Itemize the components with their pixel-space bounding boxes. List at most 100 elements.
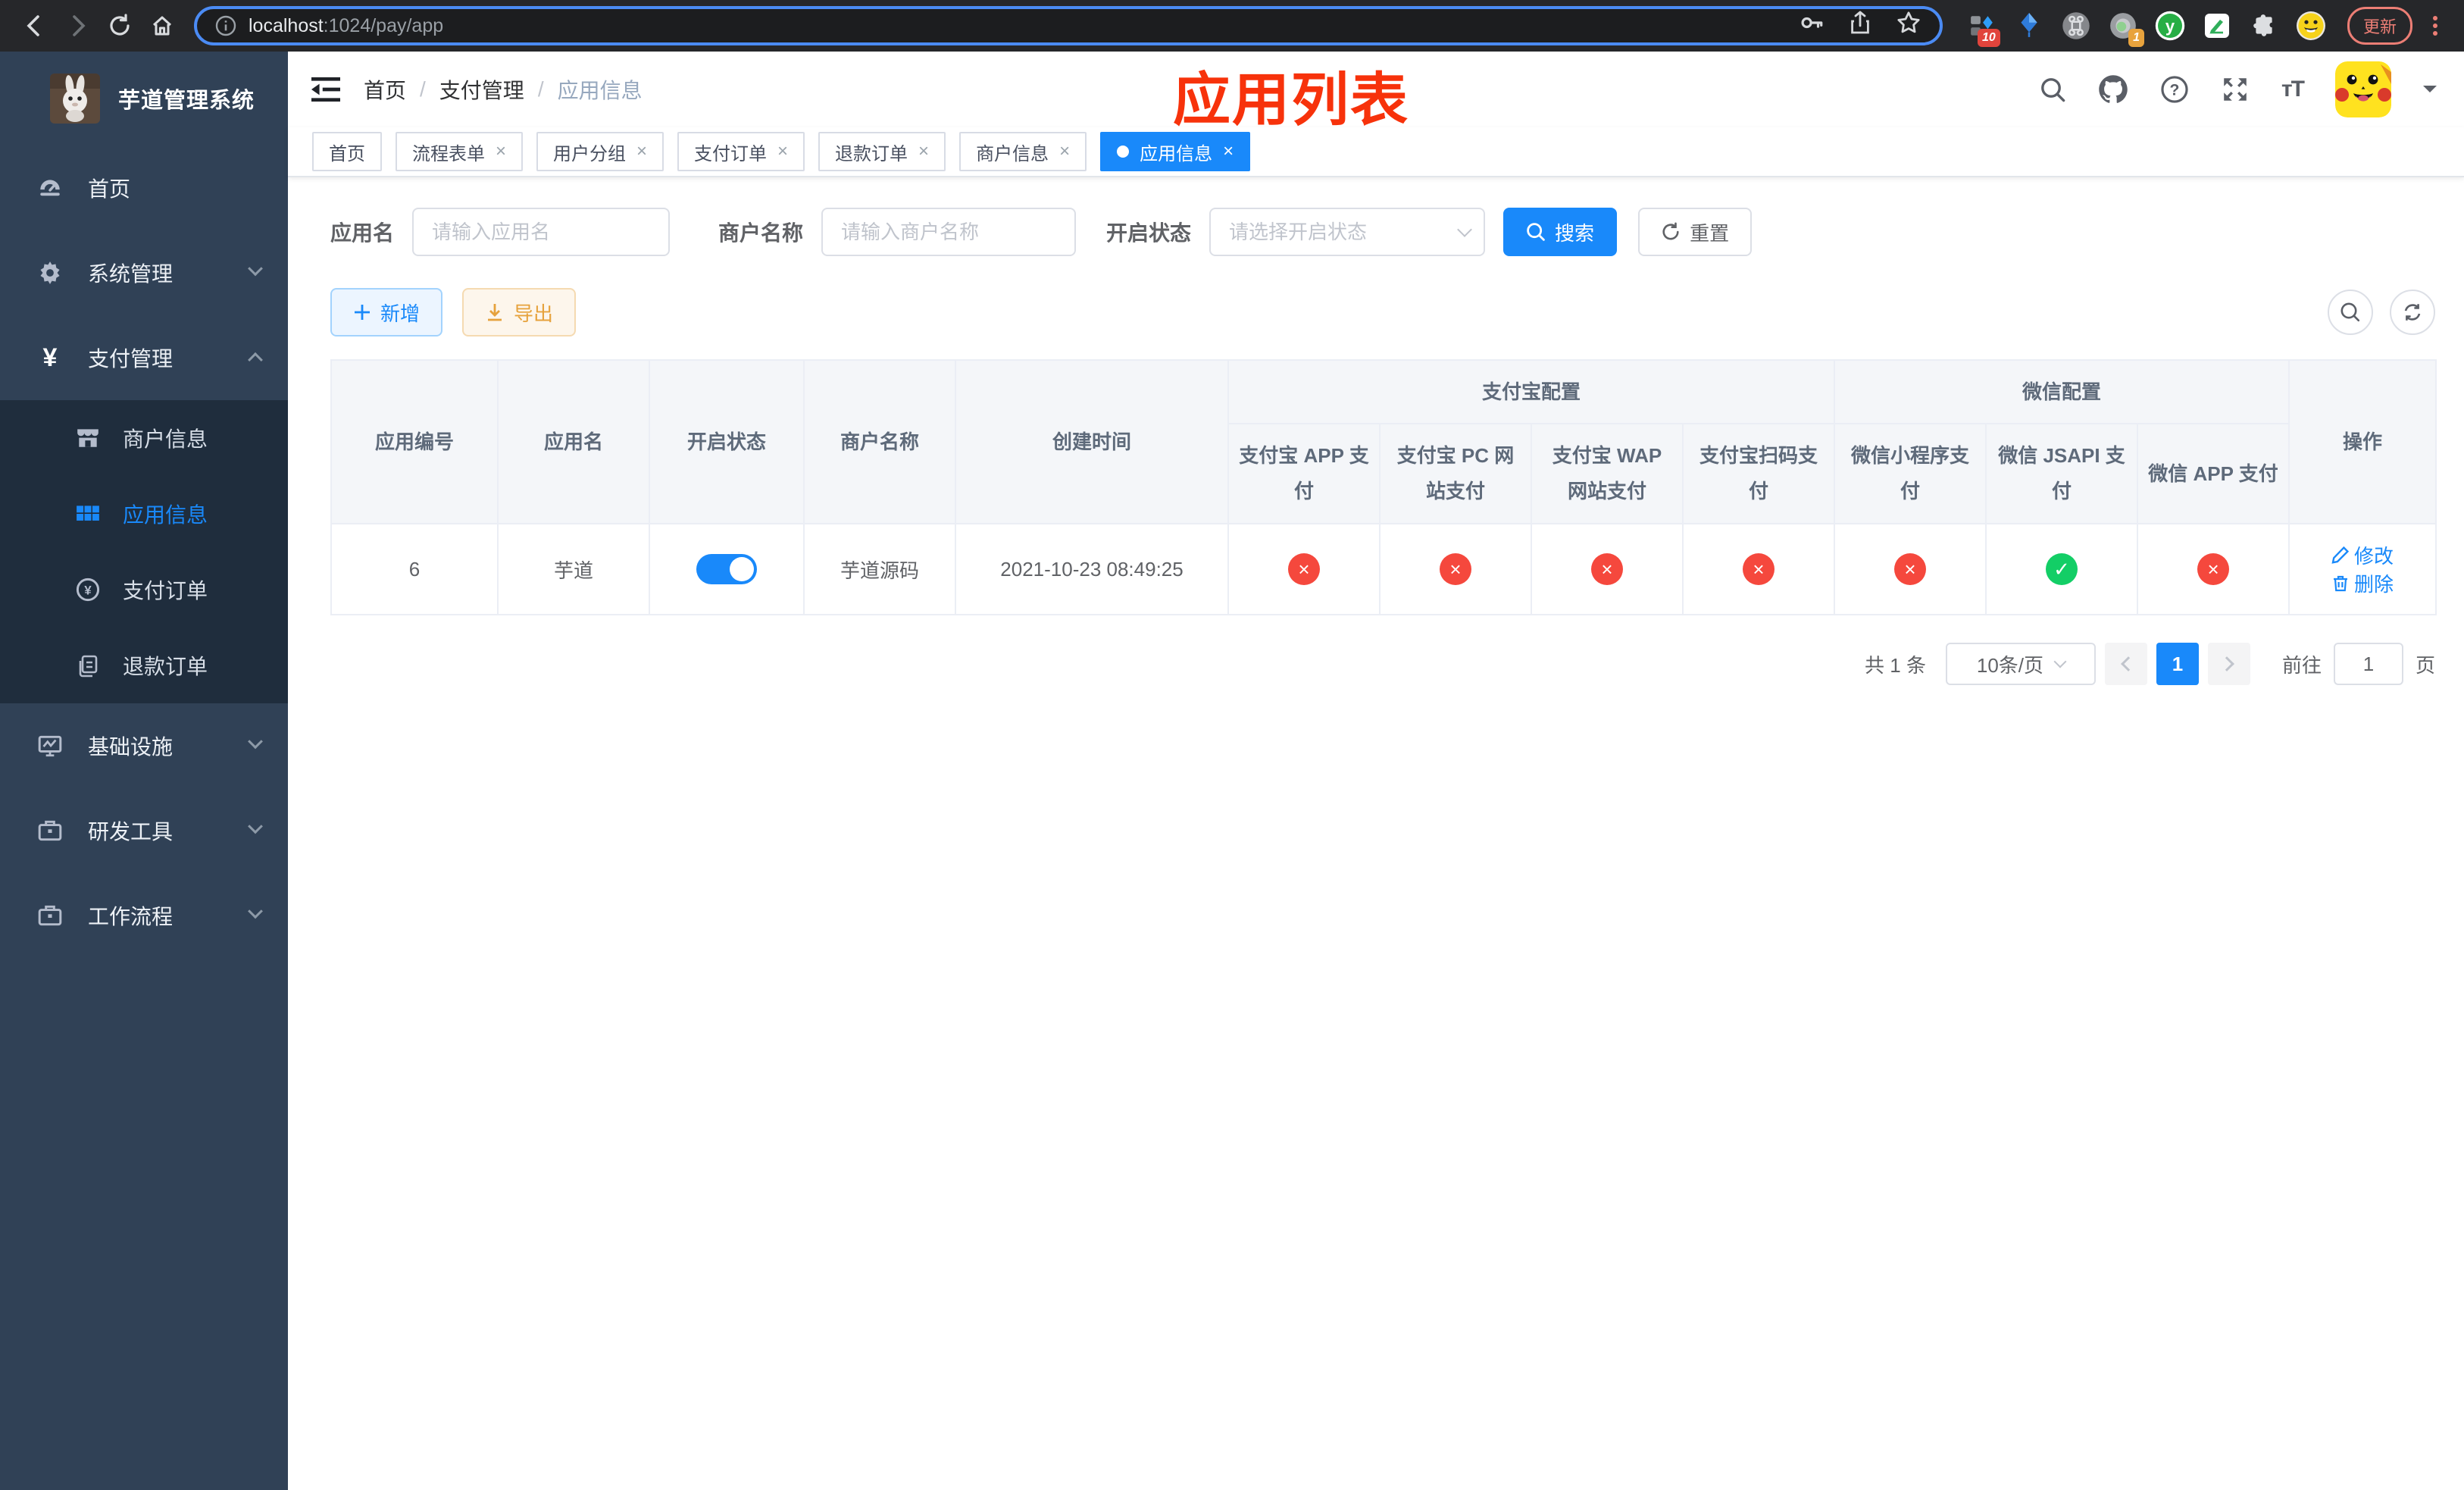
sidebar-item-infra[interactable]: 基础设施 [0,703,288,788]
sidebar-item-app-info[interactable]: 应用信息 [0,476,288,552]
fullscreen-icon[interactable] [2221,75,2250,104]
page-size-select[interactable]: 10条/页 [1945,643,2096,685]
alipay-wap-status-icon: × [1591,553,1623,585]
payment-submenu: 商户信息 应用信息 ¥ 支付订单 退款订单 [0,400,288,703]
status-select-input[interactable] [1209,208,1486,256]
sidebar-item-label: 系统管理 [88,262,174,286]
reload-icon[interactable] [100,6,139,45]
edit-link[interactable]: 修改 [2331,541,2394,569]
active-dot [1117,146,1130,158]
sidebar-item-home[interactable]: 首页 [0,146,288,230]
extension-notes-icon[interactable] [2202,11,2232,41]
sidebar-item-system[interactable]: 系统管理 [0,230,288,315]
show-search-button[interactable] [2328,290,2373,335]
app-logo[interactable]: 芋道管理系统 [0,52,288,146]
tab-pay-order[interactable]: 支付订单 × [677,132,805,171]
chevron-down-icon [248,261,263,277]
search-button[interactable]: 搜索 [1503,208,1618,256]
tab-app-info[interactable]: 应用信息 × [1100,132,1251,171]
breadcrumb-section[interactable]: 支付管理 [439,74,524,105]
trash-icon [2334,575,2348,591]
help-icon[interactable]: ? [2160,75,2189,104]
search-icon [1527,223,1545,241]
extension-y-icon[interactable]: y [2155,11,2185,41]
close-icon[interactable]: × [1223,142,1234,161]
extensions-puzzle-icon[interactable] [2249,11,2279,41]
briefcase-icon [33,818,67,844]
appname-input[interactable] [412,208,671,256]
sidebar-item-merchant-info[interactable]: 商户信息 [0,400,288,476]
extension-emoji-icon[interactable] [2296,11,2326,41]
breadcrumb-home[interactable]: 首页 [364,74,406,105]
tab-user-group[interactable]: 用户分组 × [536,132,664,171]
tab-process-form[interactable]: 流程表单 × [396,132,524,171]
reset-button[interactable]: 重置 [1638,208,1753,256]
page-1-button[interactable]: 1 [2156,643,2199,685]
refresh-table-button[interactable] [2390,290,2435,335]
font-size-icon[interactable]: тT [2281,77,2305,102]
export-button[interactable]: 导出 [462,288,577,337]
chevron-up-icon [248,352,263,368]
close-icon[interactable]: × [496,142,506,161]
browser-update-button[interactable]: 更新 [2347,7,2412,45]
forward-icon[interactable] [58,6,97,45]
tab-merchant-info[interactable]: 商户信息 × [959,132,1087,171]
share-icon[interactable] [1849,11,1871,41]
merchant-input[interactable] [821,208,1077,256]
tab-refund-order[interactable]: 退款订单 × [818,132,946,171]
extension-proxy-icon[interactable]: 1 [2108,11,2144,47]
sidebar-menu: 首页 系统管理 ¥ 支付管理 商户信息 应用信息 ¥ 支付订单 退款订单 基础设… [0,146,288,1490]
sidebar-item-payment[interactable]: ¥ 支付管理 [0,315,288,400]
status-toggle[interactable] [696,554,757,584]
sidebar-fold-icon[interactable] [309,73,342,106]
sidebar-item-pay-order[interactable]: ¥ 支付订单 [0,552,288,628]
alipay-app-status-icon: × [1288,553,1320,585]
plus-icon [355,305,370,320]
avatar[interactable] [2335,61,2391,117]
sidebar-item-label: 首页 [88,177,131,201]
browser-menu-icon[interactable] [2425,16,2446,36]
url-text: localhost:1024/pay/app [249,14,444,36]
group-wechat-config: 微信配置 [1834,359,2290,424]
address-bar[interactable]: localhost:1024/pay/app [194,6,1943,45]
col-merchant: 商户名称 [803,359,956,524]
status-select[interactable] [1209,208,1486,256]
close-icon[interactable]: × [777,142,788,161]
next-page-button[interactable] [2207,643,2250,685]
extension-badge: 1 [2128,29,2144,47]
svg-text:¥: ¥ [84,583,92,597]
prev-page-button[interactable] [2104,643,2147,685]
page-annotation-title: 应用列表 [1173,68,1409,133]
github-icon[interactable] [2098,74,2128,105]
sidebar-item-refund-order[interactable]: 退款订单 [0,628,288,703]
goto-page-input[interactable] [2333,643,2403,685]
close-icon[interactable]: × [1059,142,1070,161]
sidebar-item-label: 支付管理 [88,347,174,371]
monitor-chart-icon [33,733,67,759]
search-icon[interactable] [2039,76,2066,103]
chevron-down-icon [2053,655,2067,668]
col-wechat-jsapi: 微信 JSAPI 支付 [1985,423,2139,524]
extension-command-icon[interactable] [2061,11,2091,41]
chevron-down-icon[interactable] [2423,86,2437,99]
bookmark-star-icon[interactable] [1896,10,1921,42]
extension-tabs-icon[interactable]: 10 [1967,11,2000,47]
cell-app-name: 芋道 [497,523,650,615]
close-icon[interactable]: × [918,142,929,161]
site-info-icon[interactable] [215,15,236,36]
home-icon[interactable] [142,6,182,45]
sidebar-item-devtools[interactable]: 研发工具 [0,788,288,873]
tab-home[interactable]: 首页 [312,132,382,171]
col-operations: 操作 [2288,359,2437,524]
add-button[interactable]: 新增 [330,288,443,337]
wechat-mini-status-icon: × [1894,553,1927,585]
sidebar-item-workflow[interactable]: 工作流程 [0,873,288,958]
delete-link[interactable]: 删除 [2331,569,2394,597]
close-icon[interactable]: × [636,142,647,161]
back-icon[interactable] [15,6,55,45]
browser-toolbar: localhost:1024/pay/app 10 1 y 更新 [0,0,2464,52]
password-key-icon[interactable] [1799,10,1825,42]
svg-text:?: ? [2170,81,2180,99]
extension-kite-icon[interactable] [2014,11,2044,41]
refresh-icon [2404,304,2421,321]
